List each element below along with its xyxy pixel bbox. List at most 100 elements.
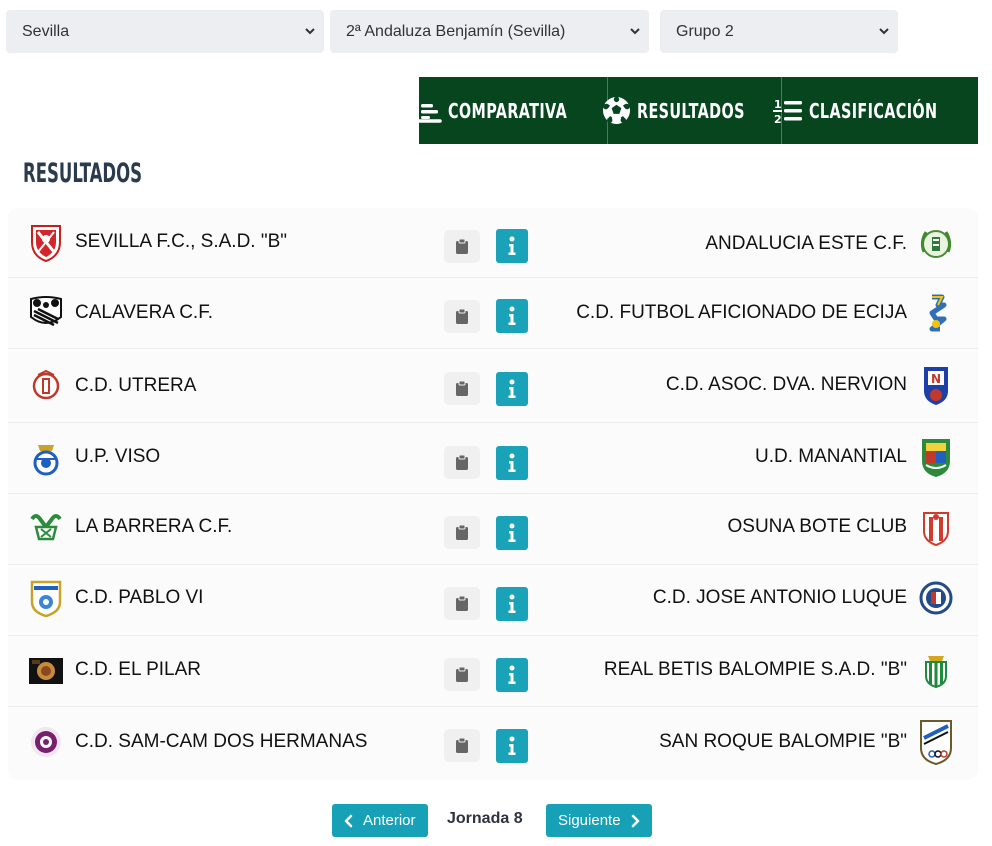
chevron-down-icon [305, 28, 315, 35]
previous-button-label: Anterior [363, 812, 416, 829]
tab-resultados-label: RESULTADOS [637, 98, 745, 123]
chevron-right-icon [631, 814, 639, 827]
section-tabs: COMPARATIVA RESULTADOS 1 2 CLASIFICACIÓN [413, 77, 978, 144]
competition-select[interactable]: 2ª Andaluza Benjamín (Sevilla) [330, 10, 649, 53]
clipboard-icon [456, 525, 468, 540]
tab-clasificacion[interactable]: 1 2 CLASIFICACIÓN [772, 77, 978, 144]
match-info-button[interactable] [496, 446, 528, 480]
home-crest-icon [28, 578, 64, 618]
chevron-down-icon [879, 28, 889, 35]
home-team[interactable]: C.D. UTRERA [28, 366, 196, 406]
group-select-value: Grupo 2 [676, 22, 734, 40]
match-row: C.D. EL PILAR REAL BETIS BALOMPIE S.A.D.… [8, 636, 978, 707]
away-team[interactable]: C.D. JOSE ANTONIO LUQUE [653, 578, 954, 618]
tab-comparativa[interactable]: COMPARATIVA [413, 77, 607, 144]
away-team-name: OSUNA BOTE CLUB [727, 516, 908, 537]
home-crest-icon [28, 293, 64, 333]
info-icon [508, 236, 516, 255]
match-report-button[interactable] [444, 658, 480, 691]
info-icon [508, 453, 516, 472]
match-row: C.D. SAM-CAM DOS HERMANAS SAN ROQUE BALO… [8, 707, 978, 780]
next-button-label: Siguiente [558, 812, 621, 829]
chevron-down-icon [630, 28, 640, 35]
away-team[interactable]: OSUNA BOTE CLUB [728, 507, 955, 547]
away-team-name: C.D. FUTBOL AFICIONADO DE ECIJA [576, 302, 907, 323]
pagination: Anterior Jornada 8 Siguiente [0, 804, 992, 837]
home-crest-icon [28, 366, 64, 406]
info-icon [508, 594, 516, 613]
home-crest-icon [28, 222, 64, 262]
home-team[interactable]: C.D. SAM-CAM DOS HERMANAS [28, 722, 367, 762]
home-team-name: C.D. UTRERA [75, 375, 197, 396]
away-team-name: ANDALUCIA ESTE C.F. [705, 233, 907, 254]
home-team-name: C.D. PABLO VI [75, 587, 204, 608]
group-select[interactable]: Grupo 2 [660, 10, 898, 53]
svg-text:2: 2 [774, 113, 782, 125]
away-crest-icon [918, 718, 954, 766]
away-team-name: REAL BETIS BALOMPIE S.A.D. "B" [603, 659, 907, 680]
match-row: CALAVERA C.F. C.D. FUTBOL AFICIONADO DE … [8, 278, 978, 349]
match-info-button[interactable] [496, 299, 528, 333]
home-team[interactable]: U.P. VISO [28, 437, 160, 477]
match-info-button[interactable] [496, 229, 528, 263]
section-title: RESULTADOS [23, 158, 143, 189]
away-team[interactable]: REAL BETIS BALOMPIE S.A.D. "B" [604, 650, 954, 690]
match-report-button[interactable] [444, 300, 480, 333]
clipboard-icon [456, 239, 468, 254]
match-report-button[interactable] [444, 516, 480, 549]
ranking-list-icon: 1 2 [772, 98, 802, 125]
clipboard-icon [456, 455, 468, 470]
home-team-name: C.D. EL PILAR [75, 659, 202, 680]
match-row: C.D. PABLO VI C.D. JOSE ANTONIO LUQUE [8, 565, 978, 636]
home-team[interactable]: C.D. EL PILAR [28, 650, 201, 690]
match-report-button[interactable] [444, 446, 480, 479]
match-info-button[interactable] [496, 587, 528, 621]
match-info-button[interactable] [496, 516, 528, 550]
away-team[interactable]: U.D. MANANTIAL [755, 437, 954, 477]
away-team[interactable]: C.D. FUTBOL AFICIONADO DE ECIJA [576, 293, 954, 333]
info-icon [508, 306, 516, 325]
round-label: Jornada 8 [447, 810, 523, 827]
away-crest-icon [918, 224, 954, 264]
match-info-button[interactable] [496, 729, 528, 763]
away-team-name: SAN ROQUE BALOMPIE "B" [659, 731, 907, 752]
away-team-name: U.D. MANANTIAL [754, 446, 907, 467]
away-crest-icon [918, 507, 954, 547]
away-team[interactable]: SAN ROQUE BALOMPIE "B" [659, 718, 954, 766]
match-report-button[interactable] [444, 729, 480, 762]
away-team-name: C.D. JOSE ANTONIO LUQUE [652, 587, 907, 608]
province-select[interactable]: Sevilla [6, 10, 324, 53]
info-icon [508, 523, 516, 542]
province-select-value: Sevilla [22, 22, 70, 40]
clipboard-icon [456, 738, 468, 753]
match-info-button[interactable] [496, 658, 528, 692]
match-info-button[interactable] [496, 372, 528, 406]
match-report-button[interactable] [444, 230, 480, 263]
home-team-name: U.P. VISO [75, 446, 161, 467]
home-team-name: SEVILLA F.C., S.A.D. "B" [75, 231, 288, 252]
svg-text:1: 1 [774, 98, 782, 111]
away-team[interactable]: C.D. ASOC. DVA. NERVION N [666, 365, 954, 405]
info-icon [508, 379, 516, 398]
clipboard-icon [456, 309, 468, 324]
match-report-button[interactable] [444, 372, 480, 405]
info-icon [508, 736, 516, 755]
home-team[interactable]: LA BARRERA C.F. [28, 507, 232, 547]
home-team[interactable]: SEVILLA F.C., S.A.D. "B" [28, 222, 287, 262]
tab-resultados[interactable]: RESULTADOS [603, 77, 781, 144]
home-team[interactable]: C.D. PABLO VI [28, 578, 203, 618]
results-list: SEVILLA F.C., S.A.D. "B" ANDALUCIA ESTE … [8, 208, 978, 780]
clipboard-icon [456, 667, 468, 682]
next-button[interactable]: Siguiente [546, 804, 652, 837]
competition-select-value: 2ª Andaluza Benjamín (Sevilla) [346, 22, 566, 40]
home-team-name: C.D. SAM-CAM DOS HERMANAS [75, 731, 368, 752]
home-crest-icon [28, 650, 64, 690]
match-report-button[interactable] [444, 587, 480, 620]
away-crest-icon [918, 650, 954, 690]
previous-button[interactable]: Anterior [332, 804, 428, 837]
away-crest-icon [918, 293, 954, 333]
home-team[interactable]: CALAVERA C.F. [28, 293, 213, 333]
match-row: C.D. UTRERA C.D. ASOC. DVA. NERVION N [8, 349, 978, 423]
away-team[interactable]: ANDALUCIA ESTE C.F. [705, 224, 954, 264]
svg-text:N: N [931, 372, 941, 386]
